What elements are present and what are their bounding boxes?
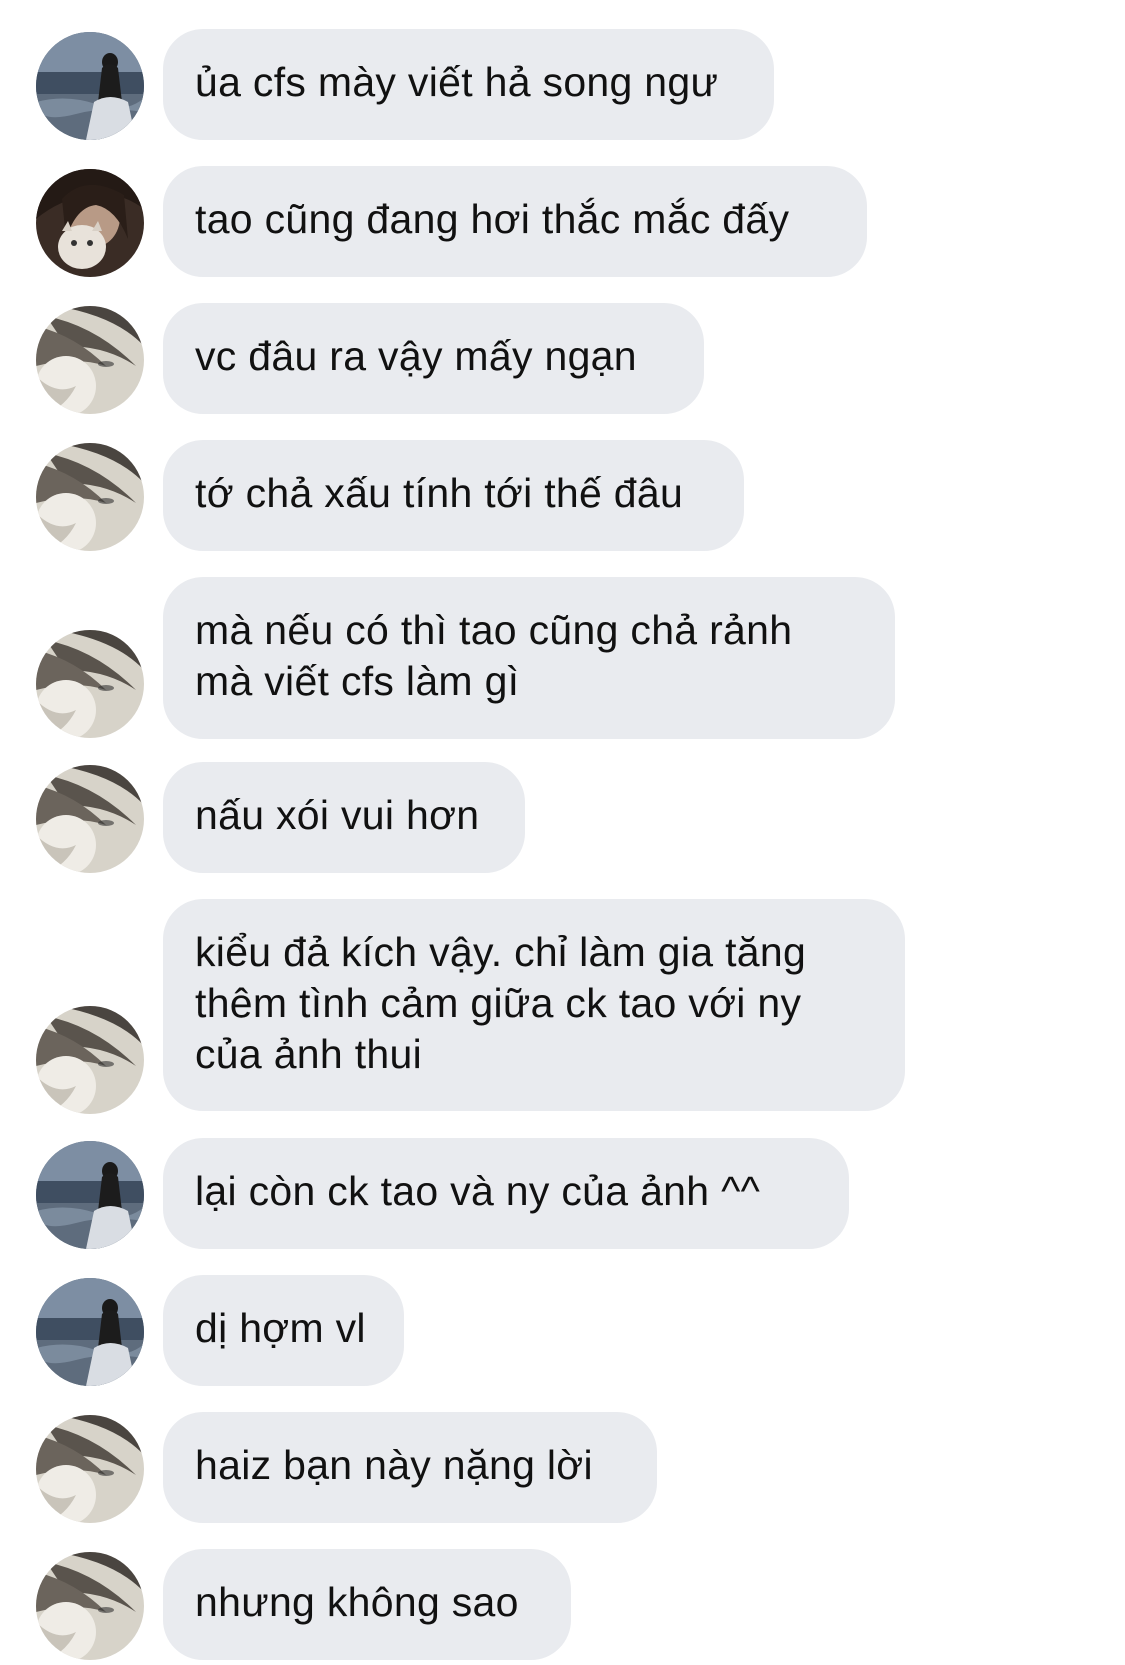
message-bubble[interactable]: haiz bạn này nặng lời	[163, 1412, 657, 1523]
avatar-hair-girl[interactable]	[36, 1006, 144, 1114]
message-bubble[interactable]: ủa cfs mày viết hả song ngư	[163, 29, 774, 140]
avatar-cat-girl[interactable]	[36, 169, 144, 277]
avatar-hair-girl[interactable]	[36, 1415, 144, 1523]
avatar-hair-girl[interactable]	[36, 630, 144, 738]
avatar-hair-girl[interactable]	[36, 443, 144, 551]
message-bubble[interactable]: nấu xói vui hơn	[163, 762, 525, 873]
avatar-beach-girl[interactable]	[36, 32, 144, 140]
avatar-hair-girl[interactable]	[36, 1552, 144, 1660]
message-bubble[interactable]: lại còn ck tao và ny của ảnh ^^	[163, 1138, 849, 1249]
message-bubble[interactable]: dị hợm vl	[163, 1275, 404, 1386]
avatar-hair-girl[interactable]	[36, 306, 144, 414]
avatar-hair-girl[interactable]	[36, 765, 144, 873]
chat-thread: ủa cfs mày viết hả song ngư tao cũng đan…	[0, 0, 1125, 1665]
message-bubble[interactable]: vc đâu ra vậy mấy ngạn	[163, 303, 704, 414]
avatar-beach-girl[interactable]	[36, 1141, 144, 1249]
message-bubble[interactable]: mà nếu có thì tao cũng chả rảnh mà viết …	[163, 577, 895, 739]
message-bubble[interactable]: tớ chả xấu tính tới thế đâu	[163, 440, 744, 551]
message-bubble[interactable]: nhưng không sao	[163, 1549, 571, 1660]
message-bubble[interactable]: tao cũng đang hơi thắc mắc đấy	[163, 166, 867, 277]
message-bubble[interactable]: kiểu đả kích vậy. chỉ làm gia tăng thêm …	[163, 899, 905, 1111]
avatar-beach-girl[interactable]	[36, 1278, 144, 1386]
